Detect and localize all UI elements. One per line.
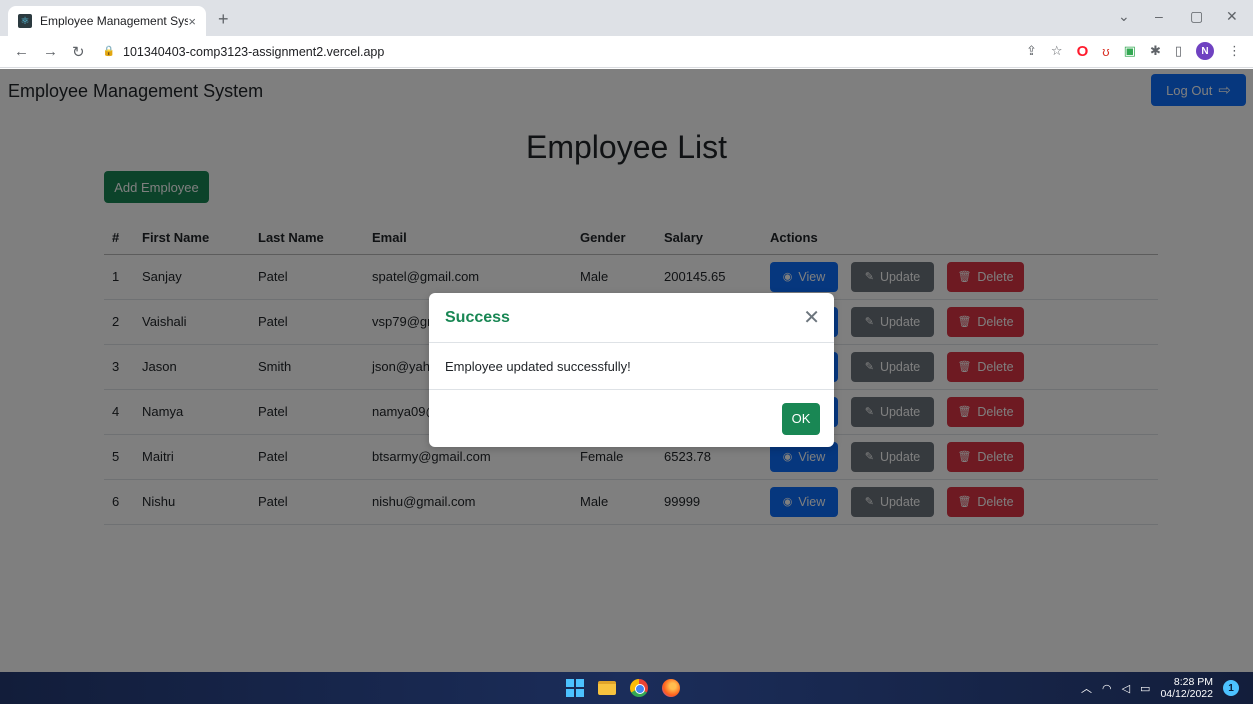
browser-tab-strip: ⚛ Employee Management System × + ⌄ – ▢ ✕: [0, 0, 1253, 36]
back-icon[interactable]: ←: [14, 43, 29, 60]
lock-icon: 🔒: [102, 46, 116, 57]
clock-time: 8:28 PM: [1173, 676, 1213, 688]
ok-button[interactable]: OK: [782, 402, 820, 435]
system-tray: ︿ ◠ ◁ ▭ 8:28 PM 04/12/2022 1: [1081, 676, 1239, 700]
clock[interactable]: 8:28 PM 04/12/2022: [1160, 676, 1213, 700]
os-taskbar: ︿ ◠ ◁ ▭ 8:28 PM 04/12/2022 1: [0, 672, 1253, 704]
side-panel-icon[interactable]: ▯: [1175, 43, 1182, 59]
opera-extension-icon[interactable]: O: [1077, 43, 1089, 60]
tab-close-icon[interactable]: ×: [188, 14, 196, 29]
pocket-extension-icon[interactable]: ʊ: [1102, 44, 1109, 59]
react-favicon-icon: ⚛: [18, 14, 32, 28]
modal-body: Employee updated successfully!: [429, 343, 834, 390]
window-close-icon[interactable]: ✕: [1226, 8, 1238, 25]
tray-overflow-icon[interactable]: ︿: [1081, 680, 1092, 696]
profile-avatar[interactable]: N: [1196, 42, 1214, 60]
modal-footer: OK: [429, 390, 834, 447]
taskbar-apps: [566, 679, 680, 697]
browser-toolbar: ← → ↻ 🔒 101340403-comp3123-assignment2.v…: [0, 36, 1253, 68]
tab-title: Employee Management System: [40, 14, 189, 28]
file-explorer-icon[interactable]: [598, 681, 616, 695]
browser-tab[interactable]: ⚛ Employee Management System ×: [8, 6, 206, 36]
minimize-icon[interactable]: –: [1155, 8, 1163, 24]
address-bar[interactable]: 🔒 101340403-comp3123-assignment2.vercel.…: [103, 45, 385, 59]
windows-start-icon[interactable]: [566, 679, 584, 697]
url-text: 101340403-comp3123-assignment2.vercel.ap…: [123, 44, 385, 59]
volume-icon[interactable]: ◁: [1122, 682, 1130, 695]
reload-icon[interactable]: ↻: [72, 43, 85, 61]
share-icon[interactable]: ⇪: [1026, 43, 1037, 59]
forward-icon[interactable]: →: [43, 43, 58, 60]
react-devtools-extension-icon[interactable]: ▣: [1124, 43, 1136, 59]
battery-icon[interactable]: ▭: [1140, 682, 1150, 695]
modal-title: Success: [445, 308, 510, 326]
firefox-icon[interactable]: [662, 679, 680, 697]
extensions-area: ⇪ ☆ O ʊ ▣ ✱ ▯ N ⋮: [1026, 42, 1241, 60]
success-modal: Success ✕ Employee updated successfully!…: [429, 293, 834, 447]
clock-date: 04/12/2022: [1160, 688, 1213, 700]
tab-search-icon[interactable]: ⌄: [1118, 8, 1130, 25]
chrome-icon[interactable]: [630, 679, 648, 697]
extensions-puzzle-icon[interactable]: ✱: [1150, 43, 1161, 59]
menu-kebab-icon[interactable]: ⋮: [1228, 43, 1241, 59]
bookmark-star-icon[interactable]: ☆: [1051, 43, 1063, 59]
notification-badge[interactable]: 1: [1223, 680, 1239, 696]
modal-header: Success ✕: [429, 293, 834, 343]
modal-message: Employee updated successfully!: [445, 358, 631, 374]
restore-icon[interactable]: ▢: [1190, 8, 1203, 25]
new-tab-button[interactable]: +: [218, 9, 229, 30]
modal-close-icon[interactable]: ✕: [803, 305, 820, 330]
wifi-icon[interactable]: ◠: [1102, 682, 1112, 695]
